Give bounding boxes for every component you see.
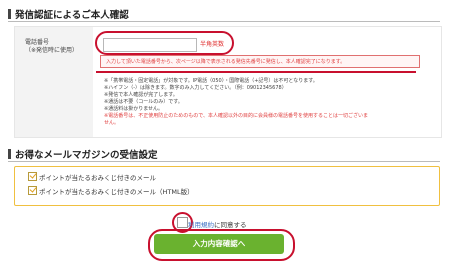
section-title-newsletter: お得なメールマガジンの受信設定 [8, 147, 158, 161]
terms-link[interactable]: 利用規約 [188, 221, 214, 229]
newsletter-option[interactable]: ポイントが当たるおみくじ付きのメール [28, 172, 156, 182]
section-divider [8, 161, 440, 162]
annotation-oval-input [95, 31, 234, 55]
newsletter-option-label: ポイントが当たるおみくじ付きのメール [39, 174, 156, 182]
section-bar-icon [8, 149, 11, 159]
warning-text: 入力して頂いた電話番号から、次ページ以降で表示される発信先番号に発信し、本人確認… [106, 59, 346, 65]
note-line: ※発信で本人確認が完了します。 [104, 92, 178, 98]
agree-suffix: に同意する [214, 221, 247, 229]
section-title-verification: 発信認証によるご本人確認 [8, 7, 129, 21]
annotation-oval-button [148, 229, 295, 261]
section-divider [8, 21, 440, 22]
note-line: ※ハイフン（-）は除きます。数字のみ入力してください。（例：0901234567… [104, 85, 287, 91]
phone-sublabel: （※発信時に使用） [25, 47, 79, 54]
newsletter-option-label: ポイントが当たるおみくじ付きのメール（HTML版） [39, 188, 194, 196]
checkbox-checked-icon[interactable] [28, 186, 37, 195]
note-line-red: せん。 [104, 120, 120, 126]
note-line: ※「携帯電話・固定電話」が対象です。IP電話（050）・国際電話（+記号）は不可… [104, 78, 318, 84]
section-title-text: お得なメールマガジンの受信設定 [15, 150, 158, 161]
newsletter-option-html[interactable]: ポイントが当たるおみくじ付きのメール（HTML版） [28, 186, 194, 196]
note-line: ※通話料は掛かりません。 [104, 106, 164, 112]
note-line-red: ※電話番号は、不正使用防止のためのもので、本人確認以外の目的に会員様の電話番号を… [104, 113, 368, 119]
note-line: ※通話は不要（コールのみ）です。 [104, 99, 183, 105]
checkbox-checked-icon[interactable] [28, 172, 37, 181]
agree-label: 利用規約に同意する [188, 219, 247, 229]
annotation-underline [96, 71, 416, 73]
section-bar-icon [8, 9, 11, 19]
section-title-text: 発信認証によるご本人確認 [15, 10, 129, 21]
